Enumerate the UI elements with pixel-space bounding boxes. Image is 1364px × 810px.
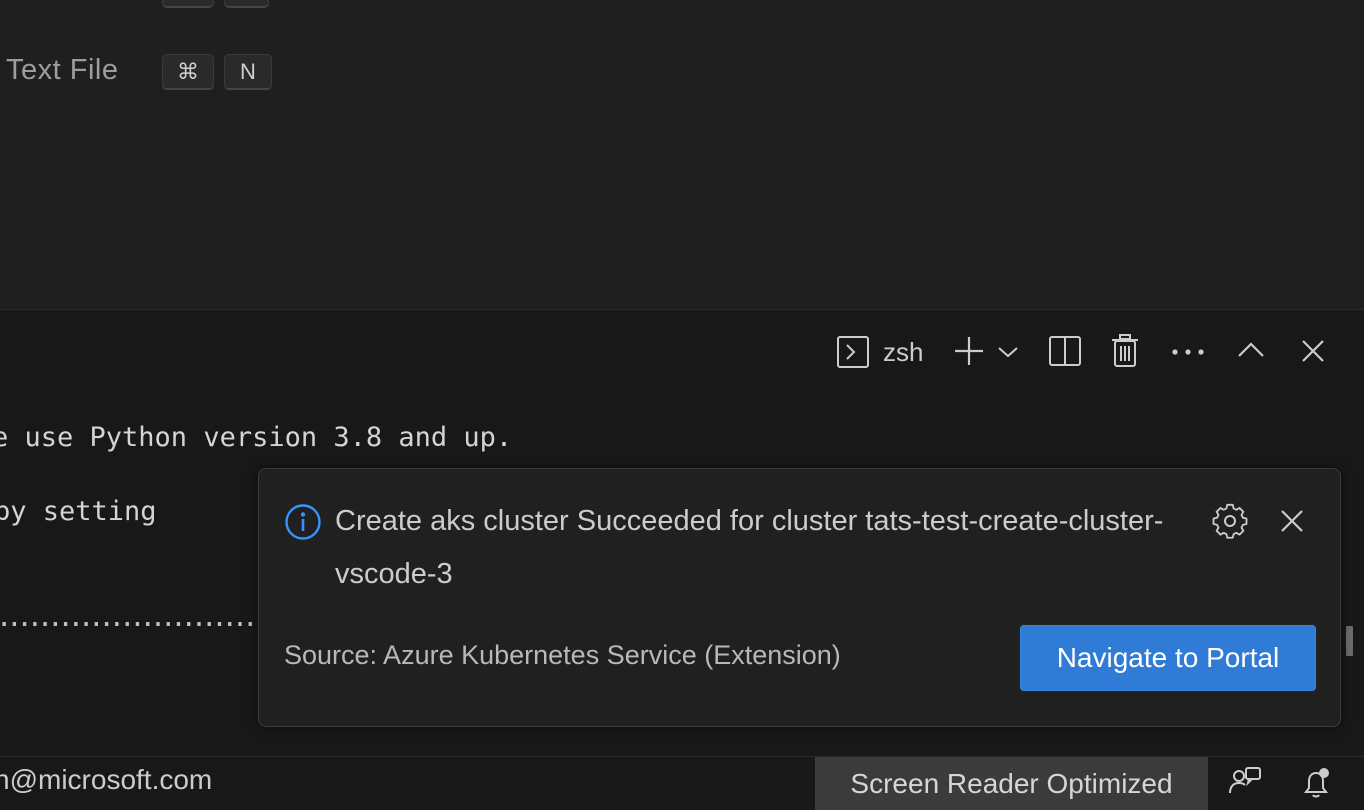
plus-icon [952,334,986,368]
bell-icon [1298,765,1334,801]
terminal-line: e use Python version 3.8 and up. [0,422,513,453]
new-file-label[interactable]: Text File [6,54,118,87]
notification-close-button[interactable] [1279,508,1305,534]
feedback-icon [1226,765,1262,801]
more-actions-button[interactable] [1170,340,1206,364]
status-bar: n@microsoft.com Screen Reader Optimized [0,756,1364,810]
terminal-line: by setting [0,496,157,527]
close-icon [1300,338,1326,364]
terminal-line: ........................... [0,602,279,633]
ellipsis-icon [1170,347,1206,357]
close-icon [1280,509,1304,533]
notification-toast: Create aks cluster Succeeded for cluster… [258,468,1341,727]
terminal-tab[interactable]: zsh [836,334,923,370]
terminal-scrollbar[interactable] [1346,626,1353,656]
split-terminal-icon [1048,334,1082,368]
trash-icon [1110,333,1140,369]
terminal-dropdown-button[interactable] [996,342,1020,362]
notification-message: Create aks cluster Succeeded for cluster… [335,505,1164,590]
gear-icon [1212,503,1248,539]
maximize-panel-button[interactable] [1236,338,1266,362]
chevron-up-icon [1237,341,1265,359]
editor-area: Text File ⌘ N [0,0,1364,309]
terminal-shell-label: zsh [883,336,924,367]
new-terminal-button[interactable] [952,334,986,368]
terminal-icon [836,335,870,369]
feedback-button[interactable] [1226,765,1262,801]
shortcut-key [224,0,269,8]
notification-source: Source: Azure Kubernetes Service (Extens… [284,640,841,670]
shortcut-key-n: N [224,54,272,90]
shortcut-key [162,0,214,8]
navigate-to-portal-button[interactable]: Navigate to Portal [1020,625,1316,691]
split-terminal-button[interactable] [1048,334,1082,368]
status-screen-reader[interactable]: Screen Reader Optimized [815,757,1208,810]
shortcut-key-cmd: ⌘ [162,54,214,90]
status-account[interactable]: n@microsoft.com [0,764,212,796]
close-panel-button[interactable] [1300,338,1326,364]
notification-settings-button[interactable] [1212,503,1248,539]
info-icon [284,503,322,541]
chevron-down-icon [997,345,1019,359]
vscode-window: Text File ⌘ N zsh e use Python version 3… [0,0,1364,810]
notifications-button[interactable] [1298,765,1334,801]
kill-terminal-button[interactable] [1110,333,1140,369]
